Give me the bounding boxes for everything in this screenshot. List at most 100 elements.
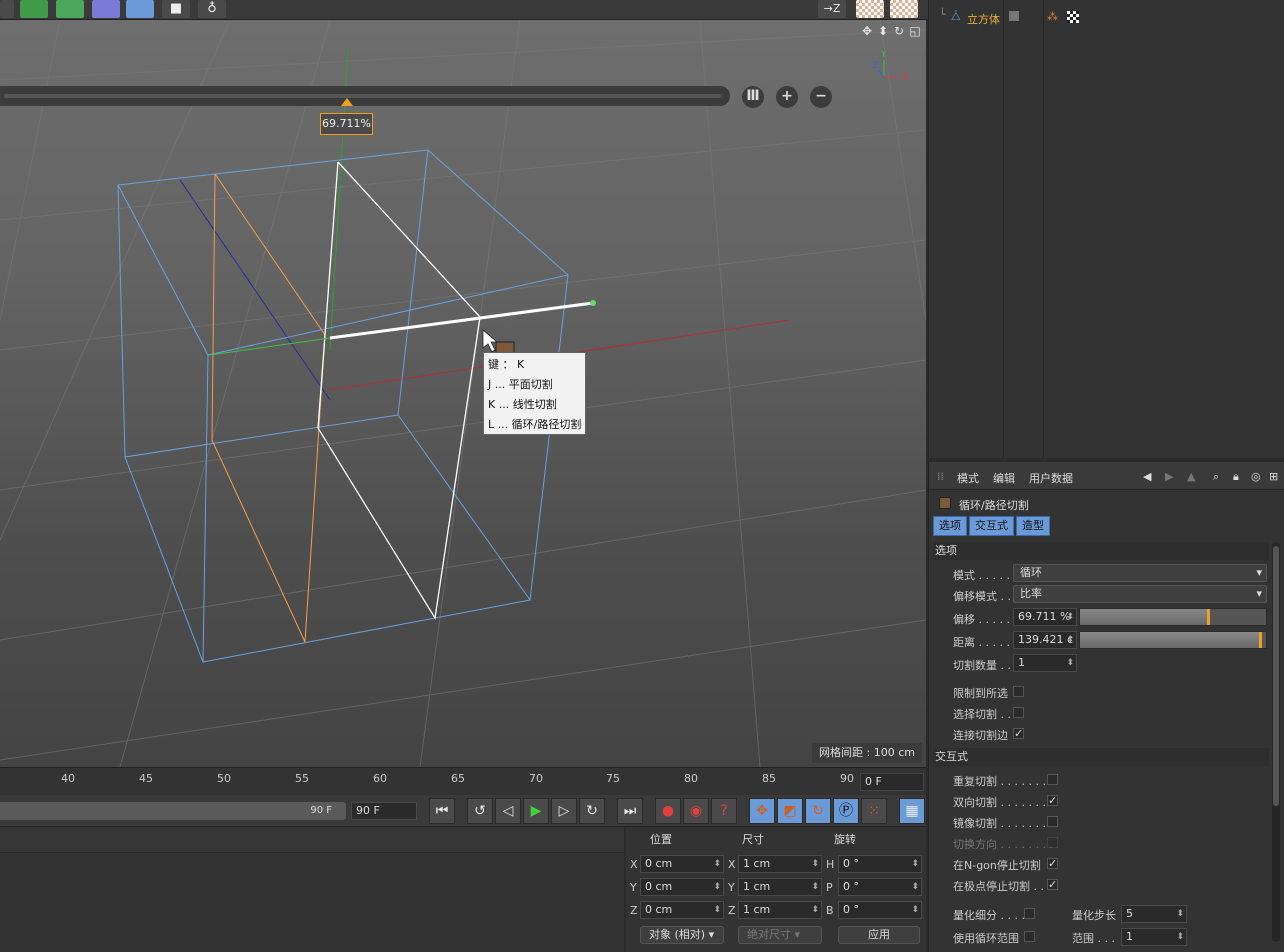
apply-button[interactable]: 应用 [838, 926, 920, 944]
tab-options[interactable]: 选项 [933, 516, 967, 536]
menu-edit[interactable]: 编辑 [993, 470, 1015, 486]
stop-at-pole-checkbox[interactable]: ✓ [1047, 879, 1058, 890]
slider-remove-button[interactable]: − [810, 86, 832, 108]
attribute-scrollbar[interactable] [1272, 542, 1280, 942]
key-point-level-icon[interactable]: ⁙ [861, 798, 887, 824]
move-view-icon[interactable]: ✥ [860, 24, 874, 38]
slider-pause-button[interactable]: Ⅲ [742, 86, 764, 108]
current-frame-field[interactable]: 0 F [860, 773, 924, 791]
range-field[interactable]: 1 [1121, 928, 1187, 946]
use-loop-range-checkbox[interactable] [1024, 931, 1035, 942]
cube-primitive-icon[interactable] [20, 0, 48, 18]
new-panel-icon[interactable]: ⊞ [1269, 470, 1278, 483]
size-z-field[interactable]: 1 cm [738, 901, 822, 919]
rotate-view-icon[interactable]: ↻ [892, 24, 906, 38]
previous-frame-icon[interactable]: ◁ [495, 798, 521, 824]
previous-key-icon[interactable]: ↺ [467, 798, 493, 824]
menu-mode[interactable]: 模式 [957, 470, 979, 486]
axis-z-icon[interactable]: →Z [818, 0, 846, 18]
green-edge [209, 337, 331, 356]
deformer-icon[interactable] [92, 0, 120, 18]
timeline-window-icon[interactable]: ▦ [899, 798, 925, 824]
timeline-ruler[interactable]: 40 45 50 55 60 65 70 75 80 85 90 0 F [0, 767, 926, 795]
target-icon[interactable]: ◎ [1251, 470, 1261, 483]
3d-viewport[interactable]: Y X Z ✥ ⬍ ↻ ◱ Ⅲ + − 69.711% 键 ： K J ... … [0, 20, 926, 767]
switch-direction-checkbox [1047, 837, 1058, 848]
offset-slider-track[interactable] [0, 86, 730, 106]
bidirectional-cut-checkbox[interactable]: ✓ [1047, 795, 1058, 806]
play-forward-icon[interactable]: ▶ [523, 798, 549, 824]
render-settings-icon[interactable] [890, 0, 918, 18]
search-icon[interactable]: ⌕ [1213, 470, 1219, 484]
stop-at-ngon-checkbox[interactable]: ✓ [1047, 858, 1058, 869]
tab-modeling[interactable]: 造型 [1016, 516, 1050, 536]
render-view-icon[interactable] [856, 0, 884, 18]
offset-field[interactable]: 69.711 % [1013, 608, 1077, 626]
interactive-section-header[interactable]: 交互式 [933, 748, 1269, 766]
playback-bar: 90 F 90 F ⏮ ↺ ◁ ▶ ▷ ↻ ⏭ ● ◉ ? ✥ ◩ ↻ Ⓟ ⁙ … [0, 795, 926, 827]
key-position-icon[interactable]: ✥ [749, 798, 775, 824]
material-tag-icon[interactable] [1067, 11, 1079, 23]
camera-icon[interactable]: ■ [162, 0, 190, 18]
key-parameter-icon[interactable]: Ⓟ [833, 798, 859, 824]
coordinate-mode-dropdown[interactable]: 对象 (相对) ▾ [640, 926, 724, 944]
lock-icon[interactable]: 🔒︎ [1233, 470, 1239, 484]
maximize-view-icon[interactable]: ◱ [908, 24, 922, 38]
options-section-header[interactable]: 选项 [933, 542, 1269, 560]
select-cuts-checkbox[interactable] [1013, 707, 1024, 718]
position-y-field[interactable]: 0 cm [640, 878, 724, 896]
tab-interactive[interactable]: 交互式 [969, 516, 1014, 536]
rotation-h-field[interactable]: 0 ° [838, 855, 922, 873]
distance-slider[interactable] [1079, 631, 1267, 649]
timeline-tick: 80 [684, 772, 698, 785]
frame-range-bar[interactable]: 90 F [0, 802, 346, 820]
spline-tool-icon[interactable] [0, 0, 14, 18]
offset-slider[interactable] [1079, 608, 1267, 626]
zoom-view-icon[interactable]: ⬍ [876, 24, 890, 38]
offset-slider-marker[interactable] [341, 98, 353, 106]
up-arrow-icon[interactable]: ▲ [1187, 470, 1195, 483]
next-key-icon[interactable]: ↻ [579, 798, 605, 824]
slider-add-button[interactable]: + [776, 86, 798, 108]
offset-mode-dropdown[interactable]: 比率 [1013, 585, 1267, 603]
mirror-cut-checkbox[interactable] [1047, 816, 1058, 827]
repeat-cut-checkbox[interactable] [1047, 774, 1058, 785]
floor-icon[interactable] [126, 0, 154, 18]
object-row-cube[interactable]: └ ⧊ 立方体 ⁂ [929, 8, 1284, 28]
menu-user-data[interactable]: 用户数据 [1029, 470, 1073, 486]
next-frame-icon[interactable]: ▷ [551, 798, 577, 824]
distance-field[interactable]: 139.421 c [1013, 631, 1077, 649]
quantize-checkbox[interactable] [1024, 908, 1035, 919]
tooltip-line: K ... 线性切割 [488, 398, 557, 411]
record-key-icon[interactable]: ● [655, 798, 681, 824]
position-z-field[interactable]: 0 cm [640, 901, 724, 919]
visibility-icon[interactable] [1009, 11, 1019, 21]
attribute-menu-bar: ⁞⁞ 模式 编辑 用户数据 ◀ ▶ ▲ ⌕ 🔒︎ ◎ ⊞ [929, 462, 1284, 490]
key-scale-icon[interactable]: ◩ [777, 798, 803, 824]
mode-dropdown[interactable]: 循环 [1013, 564, 1267, 582]
generator-icon[interactable] [56, 0, 84, 18]
autokey-icon[interactable]: ◉ [683, 798, 709, 824]
end-frame-field[interactable]: 90 F [351, 802, 417, 820]
go-to-start-icon[interactable]: ⏮ [429, 798, 455, 824]
quantize-step-field[interactable]: 5 [1121, 905, 1187, 923]
cut-count-field[interactable]: 1 [1013, 654, 1077, 672]
go-to-end-icon[interactable]: ⏭ [617, 798, 643, 824]
forward-arrow-icon[interactable]: ▶ [1165, 470, 1173, 483]
position-x-field[interactable]: 0 cm [640, 855, 724, 873]
back-arrow-icon[interactable]: ◀ [1143, 470, 1151, 483]
key-rotation-icon[interactable]: ↻ [805, 798, 831, 824]
size-y-field[interactable]: 1 cm [738, 878, 822, 896]
attribute-tabs: 选项 交互式 造型 [933, 516, 1050, 536]
bidirectional-cut-label: 双向切割 . . . . . . . . [953, 796, 1053, 809]
phong-tag-icon[interactable]: ⁂ [1047, 10, 1058, 23]
light-icon[interactable]: ♁ [198, 0, 226, 18]
rotation-p-field[interactable]: 0 ° [838, 878, 922, 896]
restrict-selection-checkbox[interactable] [1013, 686, 1024, 697]
rotation-b-field[interactable]: 0 ° [838, 901, 922, 919]
size-x-field[interactable]: 1 cm [738, 855, 822, 873]
size-header: 尺寸 [742, 833, 764, 846]
keyframe-selection-icon[interactable]: ? [711, 798, 737, 824]
axis-label: H [826, 858, 835, 871]
connect-edges-checkbox[interactable]: ✓ [1013, 728, 1024, 739]
